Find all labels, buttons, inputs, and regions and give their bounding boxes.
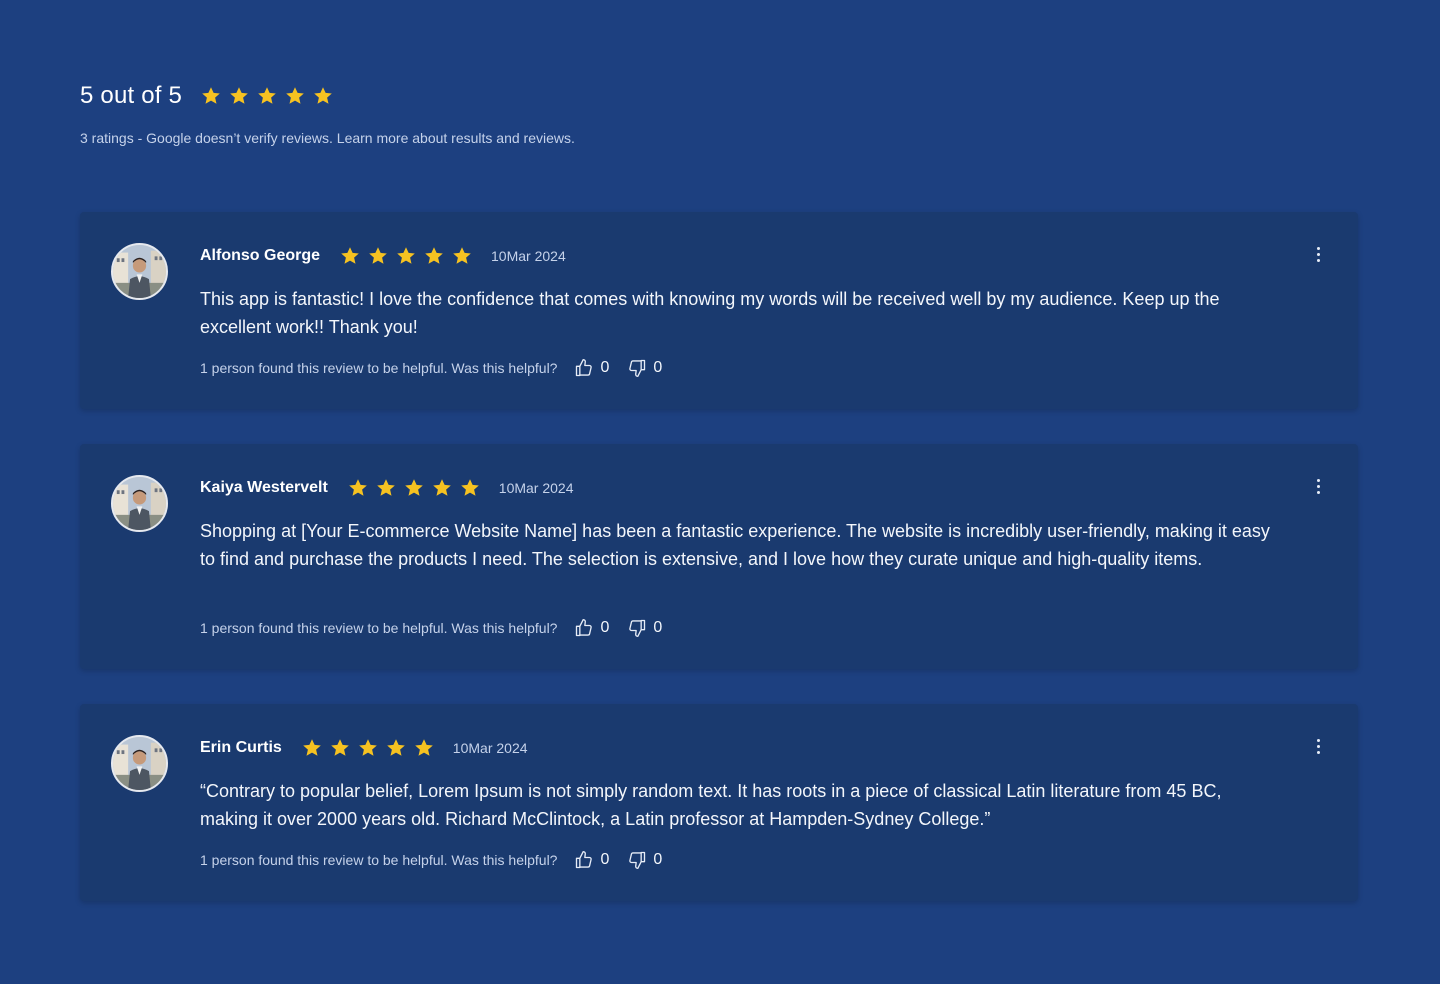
- thumbs-up-icon: [574, 358, 594, 378]
- review-stars: [340, 246, 472, 266]
- thumbs-up-icon: [574, 850, 594, 870]
- more-vertical-icon: [1316, 246, 1320, 250]
- dislike-button[interactable]: 0: [627, 850, 662, 870]
- avatar: [111, 475, 168, 532]
- star-icon: [229, 86, 249, 106]
- helpful-row: 1 person found this review to be helpful…: [200, 848, 662, 872]
- star-icon: [376, 478, 396, 498]
- reviewer-name: Kaiya Westervelt: [200, 479, 328, 496]
- like-count: 0: [600, 359, 610, 376]
- more-options-button[interactable]: [1308, 242, 1328, 266]
- thumbs-down-icon: [627, 850, 647, 870]
- helpful-row: 1 person found this review to be helpful…: [200, 356, 662, 380]
- star-icon: [257, 86, 277, 106]
- star-icon: [302, 738, 322, 758]
- helpful-prompt: 1 person found this review to be helpful…: [200, 852, 558, 868]
- star-icon: [340, 246, 360, 266]
- like-count: 0: [600, 851, 610, 868]
- thumbs-down-icon: [627, 618, 647, 638]
- avatar: [111, 243, 168, 300]
- review-card: Erin Curtis 10Mar 2024 “Contrary to popu…: [80, 704, 1358, 901]
- review-card: Alfonso George 10Mar 2024 This app is fa…: [80, 212, 1358, 409]
- like-button[interactable]: 0: [574, 850, 609, 870]
- review-stars: [348, 478, 480, 498]
- star-icon: [358, 738, 378, 758]
- helpful-prompt: 1 person found this review to be helpful…: [200, 360, 558, 376]
- review-date: 10Mar 2024: [452, 740, 528, 756]
- more-options-button[interactable]: [1308, 474, 1328, 498]
- star-icon: [414, 738, 434, 758]
- like-count: 0: [600, 619, 610, 636]
- more-vertical-icon: [1316, 478, 1320, 482]
- dislike-button[interactable]: 0: [627, 358, 662, 378]
- like-button[interactable]: 0: [574, 358, 609, 378]
- review-text: “Contrary to popular belief, Lorem Ipsum…: [200, 781, 1222, 829]
- review-stars: [302, 738, 434, 758]
- helpful-prompt: 1 person found this review to be helpful…: [200, 620, 558, 636]
- thumbs-up-icon: [574, 618, 594, 638]
- reviews-page: 5 out of 5 3 ratings - Google doesn’t ve…: [0, 0, 1440, 984]
- dislike-count: 0: [653, 359, 663, 376]
- rating-summary-stars: [201, 86, 333, 106]
- star-icon: [313, 86, 333, 106]
- star-icon: [201, 86, 221, 106]
- review-card: Kaiya Westervelt 10Mar 2024 Shopping at …: [80, 444, 1358, 669]
- star-icon: [396, 246, 416, 266]
- avatar: [111, 735, 168, 792]
- star-icon: [432, 478, 452, 498]
- star-icon: [368, 246, 388, 266]
- review-date: 10Mar 2024: [491, 248, 566, 264]
- dislike-button[interactable]: 0: [627, 618, 662, 638]
- more-vertical-icon: [1316, 738, 1320, 742]
- dislike-count: 0: [653, 851, 663, 868]
- star-icon: [285, 86, 305, 106]
- star-icon: [386, 738, 406, 758]
- reviewer-name: Erin Curtis: [200, 739, 282, 756]
- more-options-button[interactable]: [1308, 734, 1328, 758]
- like-button[interactable]: 0: [574, 618, 609, 638]
- helpful-row: 1 person found this review to be helpful…: [200, 616, 662, 640]
- rating-summary-subtitle: 3 ratings - Google doesn’t verify review…: [80, 130, 575, 146]
- reviewer-name: Alfonso George: [200, 247, 321, 264]
- review-text: Shopping at [Your E-commerce Website Nam…: [200, 521, 1270, 569]
- review-text: This app is fantastic! I love the confid…: [200, 289, 1220, 337]
- dislike-count: 0: [653, 619, 663, 636]
- review-date: 10Mar 2024: [498, 480, 574, 496]
- star-icon: [330, 738, 350, 758]
- thumbs-down-icon: [627, 358, 647, 378]
- star-icon: [424, 246, 444, 266]
- rating-summary: 5 out of 5 3 ratings - Google doesn’t ve…: [80, 80, 575, 146]
- star-icon: [348, 478, 368, 498]
- star-icon: [404, 478, 424, 498]
- rating-summary-title: 5 out of 5: [80, 82, 183, 109]
- star-icon: [460, 478, 480, 498]
- star-icon: [452, 246, 472, 266]
